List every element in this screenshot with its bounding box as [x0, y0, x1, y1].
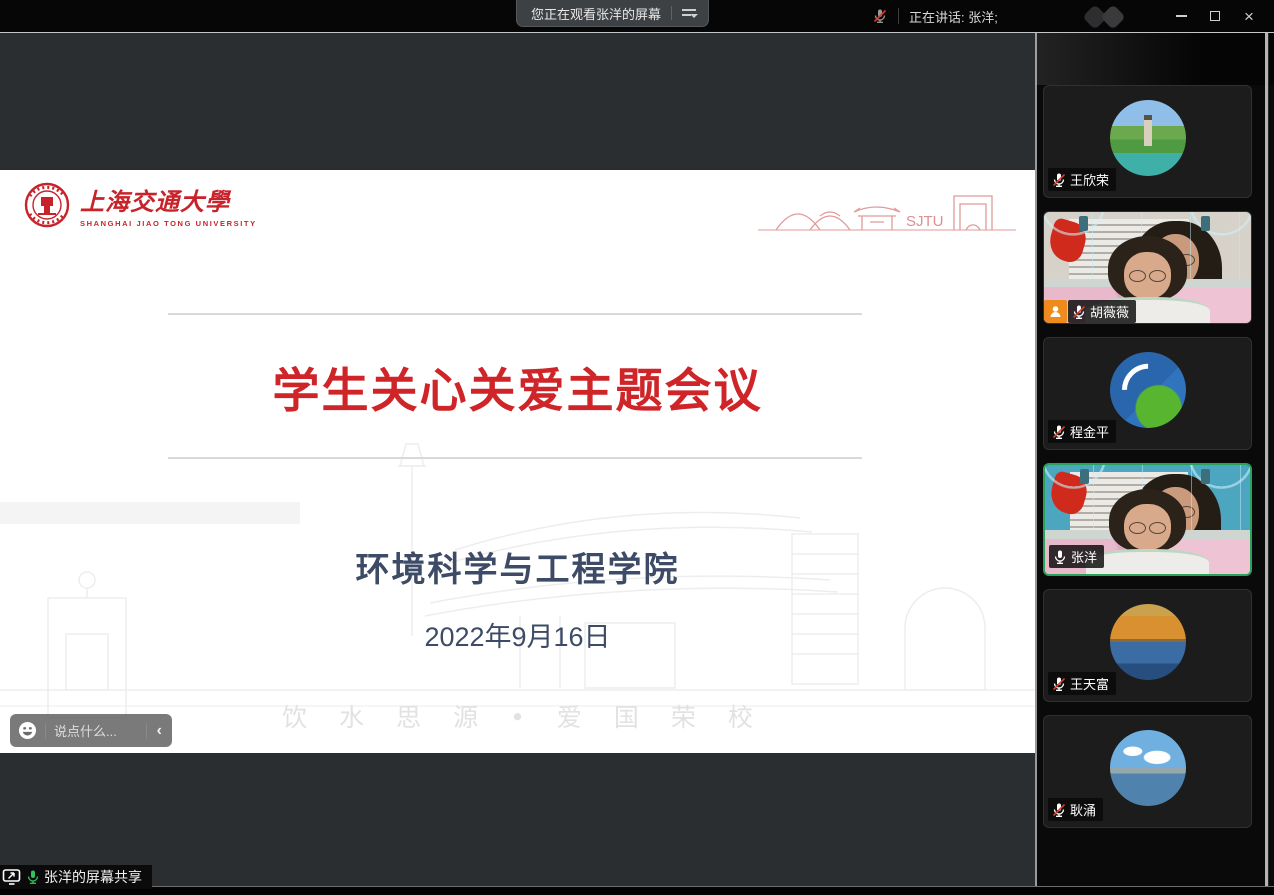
panel-resize-handle[interactable]	[1035, 33, 1037, 895]
participant-name-tag: 王天富	[1048, 672, 1116, 695]
maximize-icon	[1210, 11, 1220, 21]
slide-title: 学生关心关爱主题会议	[0, 352, 1035, 421]
presentation-slide: 上海交通大學 SHANGHAI JIAO TONG UNIVERSITY SJT…	[0, 170, 1035, 753]
divider-line-top	[168, 313, 862, 315]
participant-tiles-list: 王欣荣	[1043, 85, 1252, 828]
participant-name: 张洋	[1071, 547, 1097, 566]
avatar	[1110, 604, 1186, 680]
chat-divider	[146, 723, 147, 739]
chat-collapse-button[interactable]: ‹	[155, 722, 164, 740]
minimize-icon	[1176, 15, 1187, 17]
speaking-now-label: 正在讲话: 张洋;	[909, 7, 998, 26]
titlebar-divider	[898, 8, 899, 24]
member-badge	[1044, 300, 1067, 323]
participant-name: 程金平	[1070, 422, 1109, 441]
maximize-button[interactable]	[1198, 0, 1232, 32]
watching-screen-banner[interactable]: 您正在观看张洋的屏幕	[516, 0, 709, 27]
avatar	[1110, 352, 1186, 428]
chat-input-placeholder[interactable]: 说点什么...	[54, 721, 138, 740]
mic-icon	[1052, 549, 1068, 565]
mic-icon	[1051, 802, 1067, 818]
participant-name: 王天富	[1070, 674, 1109, 693]
person-icon	[1048, 304, 1063, 319]
participant-name: 耿涌	[1070, 800, 1096, 819]
participant-name-tag: 耿涌	[1048, 798, 1103, 821]
close-button[interactable]: ×	[1232, 0, 1266, 32]
campus-skyline-art: SJTU	[758, 190, 1016, 236]
screen-share-label: 张洋的屏幕共享	[44, 867, 142, 887]
emoji-icon[interactable]	[18, 721, 37, 740]
list-dropdown-icon[interactable]	[682, 7, 698, 19]
mic-icon	[1071, 304, 1087, 320]
skyline-sjtu-label: SJTU	[906, 213, 944, 230]
participant-name-tag: 胡薇薇	[1068, 300, 1136, 323]
meeting-window: 您正在观看张洋的屏幕 正在讲话: 张洋; ×	[0, 0, 1274, 895]
mic-icon	[1051, 172, 1067, 188]
screen-share-icon	[2, 868, 22, 886]
panel-scrollbar[interactable]	[1265, 33, 1269, 895]
pill-divider	[671, 6, 672, 20]
participant-name: 王欣荣	[1070, 170, 1109, 189]
participant-tile[interactable]: 王天富	[1043, 589, 1252, 702]
close-icon: ×	[1244, 8, 1254, 25]
university-name-cn: 上海交通大學	[80, 182, 257, 217]
chat-input-bar[interactable]: 说点什么... ‹	[10, 714, 172, 747]
participant-tile[interactable]: 胡薇薇	[1043, 211, 1252, 324]
university-name-en: SHANGHAI JIAO TONG UNIVERSITY	[80, 219, 257, 228]
shared-screen-area: 上海交通大學 SHANGHAI JIAO TONG UNIVERSITY SJT…	[0, 33, 1035, 886]
participant-tile[interactable]: 耿涌	[1043, 715, 1252, 828]
chat-divider	[45, 723, 46, 739]
mic-icon	[1051, 676, 1067, 692]
participant-tile[interactable]: 王欣荣	[1043, 85, 1252, 198]
university-seal-icon	[24, 182, 70, 228]
participant-name-tag: 张洋	[1049, 545, 1104, 568]
mic-icon	[1051, 424, 1067, 440]
meeting-app-logo	[1078, 4, 1142, 30]
participants-panel: 王欣荣	[1035, 33, 1274, 895]
participant-name: 胡薇薇	[1090, 302, 1129, 321]
mic-muted-icon	[872, 8, 888, 24]
window-controls: ×	[1164, 0, 1266, 32]
watching-screen-label: 您正在观看张洋的屏幕	[531, 4, 661, 23]
avatar	[1110, 100, 1186, 176]
slide-date: 2022年9月16日	[0, 615, 1035, 654]
speaker-status: 正在讲话: 张洋;	[872, 0, 998, 32]
university-logo: 上海交通大學 SHANGHAI JIAO TONG UNIVERSITY	[24, 182, 257, 228]
avatar	[1110, 730, 1186, 806]
participant-name-tag: 王欣荣	[1048, 168, 1116, 191]
slide-subtitle: 环境科学与工程学院	[0, 542, 1035, 591]
participant-tile[interactable]: 程金平	[1043, 337, 1252, 450]
window-bottom-edge	[0, 886, 1274, 895]
minimize-button[interactable]	[1164, 0, 1198, 32]
window-titlebar: 您正在观看张洋的屏幕 正在讲话: 张洋; ×	[0, 0, 1274, 32]
titlebar-bottom-edge	[0, 32, 1274, 33]
participant-name-tag: 程金平	[1048, 420, 1116, 443]
screen-share-status: 张洋的屏幕共享	[0, 865, 152, 889]
divider-line-bottom	[168, 457, 862, 459]
mic-active-icon	[25, 869, 41, 885]
participant-tile[interactable]: 张洋	[1043, 463, 1252, 576]
